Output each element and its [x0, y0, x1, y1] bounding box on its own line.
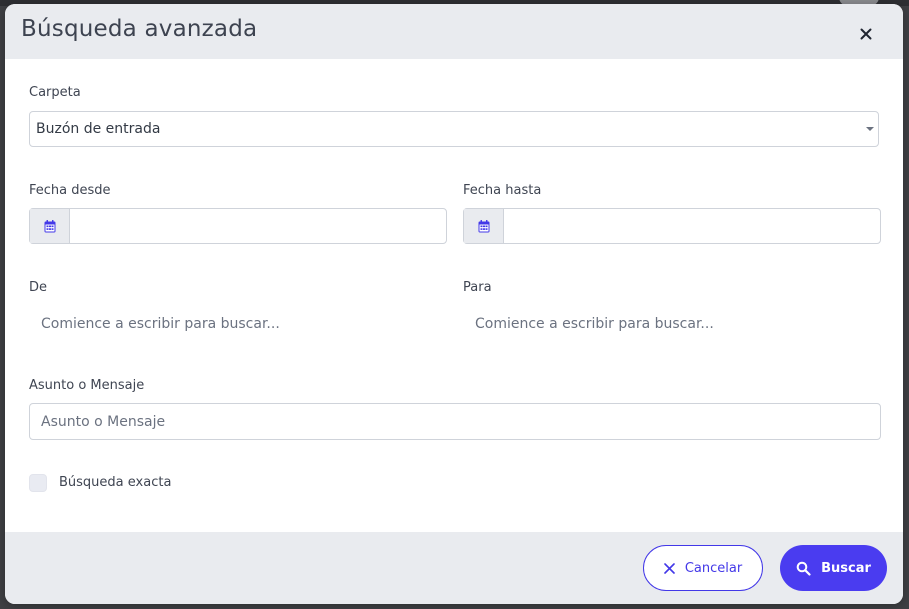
search-button-label: Buscar [821, 560, 871, 576]
close-icon [860, 28, 872, 40]
from-label: De [29, 280, 48, 295]
date-to-calendar-button[interactable] [464, 209, 504, 243]
date-from-input[interactable] [70, 209, 446, 243]
calendar-icon [44, 219, 55, 232]
close-button[interactable] [857, 25, 875, 43]
date-from-label: Fecha desde [29, 183, 111, 198]
exact-search-checkbox[interactable] [29, 474, 47, 492]
dialog-title: Búsqueda avanzada [21, 16, 258, 42]
search-button[interactable]: Buscar [780, 545, 887, 591]
to-search-input[interactable] [475, 306, 875, 342]
caret-down-icon [866, 127, 874, 131]
date-to-label: Fecha hasta [463, 183, 542, 198]
subject-label: Asunto o Mensaje [29, 378, 145, 393]
cancel-button[interactable]: Cancelar [643, 545, 763, 591]
folder-select[interactable]: Buzón de entrada [29, 111, 879, 147]
cancel-button-label: Cancelar [684, 560, 743, 576]
calendar-icon [478, 219, 489, 232]
search-icon [796, 561, 811, 576]
dialog-header: Búsqueda avanzada [5, 4, 903, 59]
to-label: Para [463, 280, 492, 295]
date-to-group [463, 208, 881, 244]
date-from-group [29, 208, 447, 244]
from-search-input[interactable] [41, 306, 441, 342]
advanced-search-dialog: Búsqueda avanzada Carpeta Buzón de entra… [5, 4, 903, 604]
dialog-footer: Cancelar Buscar [5, 532, 903, 604]
exact-search-label[interactable]: Búsqueda exacta [59, 475, 171, 490]
folder-label: Carpeta [29, 85, 81, 100]
folder-select-value: Buzón de entrada [36, 121, 161, 137]
subject-input[interactable] [29, 403, 881, 440]
date-from-calendar-button[interactable] [30, 209, 70, 243]
date-to-input[interactable] [504, 209, 880, 243]
x-icon [664, 562, 675, 574]
